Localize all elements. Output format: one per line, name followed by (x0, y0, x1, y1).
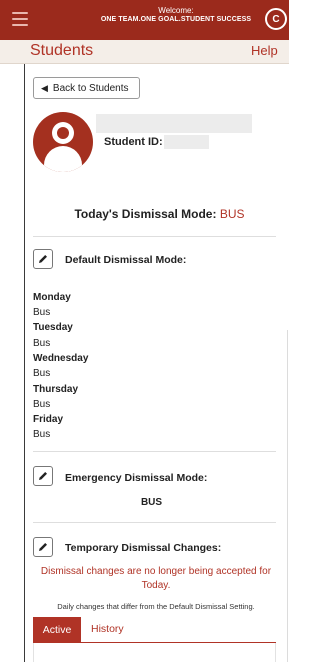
logo-letter: C (267, 10, 285, 28)
edit-temporary-changes-button[interactable] (33, 537, 53, 557)
day-label-friday: Friday (33, 414, 64, 425)
page-title: Students (30, 42, 94, 59)
welcome-slogan: ONE TEAM.ONE GOAL.STUDENT SUCCESS (100, 16, 252, 23)
student-name-redacted (96, 114, 252, 133)
student-avatar (33, 112, 93, 172)
default-mode-label: Default Dismissal Mode: (65, 254, 187, 266)
tab-history[interactable]: History (91, 623, 124, 635)
day-label-thursday: Thursday (33, 384, 79, 395)
page-header: Students Help (0, 40, 289, 64)
daily-changes-note: Daily changes that differ from the Defau… (57, 602, 255, 611)
day-value-thursday: Bus (33, 399, 51, 410)
todays-dismissal-mode: BUS (219, 207, 245, 221)
welcome-label: Welcome: (158, 6, 194, 15)
avatar-head-icon (52, 122, 74, 144)
emergency-mode-label: Emergency Dismissal Mode: (65, 472, 208, 484)
avatar-body-icon (44, 146, 82, 172)
changes-closed-notice: Dismissal changes are no longer being ac… (40, 566, 272, 591)
student-id-redacted (164, 135, 209, 149)
back-to-students-button[interactable]: ◀ Back to Students (33, 77, 140, 99)
tab-active[interactable]: Active (33, 617, 81, 642)
todays-dismissal-label: Today's Dismissal Mode: (74, 207, 217, 221)
student-id-label: Student ID: (104, 136, 163, 148)
arrow-left-icon: ◀ (41, 82, 48, 93)
emergency-mode-value: BUS (140, 497, 163, 508)
day-value-monday: Bus (33, 307, 51, 318)
district-logo: C (263, 6, 289, 32)
content-left-border (24, 64, 25, 662)
welcome-banner: Welcome: ONE TEAM.ONE GOAL.STUDENT SUCCE… (96, 6, 256, 24)
pencil-icon (39, 472, 47, 480)
help-link[interactable]: Help (251, 43, 278, 58)
divider (33, 451, 276, 452)
divider (33, 236, 276, 237)
day-label-tuesday: Tuesday (33, 322, 73, 333)
edit-default-mode-button[interactable] (33, 249, 53, 269)
edit-emergency-mode-button[interactable] (33, 466, 53, 486)
scroll-track (287, 330, 288, 662)
day-label-wednesday: Wednesday (33, 353, 89, 364)
pencil-icon (39, 543, 47, 551)
temporary-changes-label: Temporary Dismissal Changes: (65, 542, 222, 554)
day-value-wednesday: Bus (33, 368, 51, 379)
hamburger-menu-icon[interactable] (12, 12, 28, 26)
tab-content-panel (33, 643, 276, 662)
day-value-tuesday: Bus (33, 338, 51, 349)
divider (33, 522, 276, 523)
day-value-friday: Bus (33, 429, 51, 440)
todays-dismissal: Today's Dismissal Mode: BUS (0, 207, 289, 221)
app-header: Welcome: ONE TEAM.ONE GOAL.STUDENT SUCCE… (0, 0, 289, 40)
pencil-icon (39, 255, 47, 263)
day-label-monday: Monday (33, 292, 71, 303)
back-button-label: Back to Students (52, 82, 129, 94)
